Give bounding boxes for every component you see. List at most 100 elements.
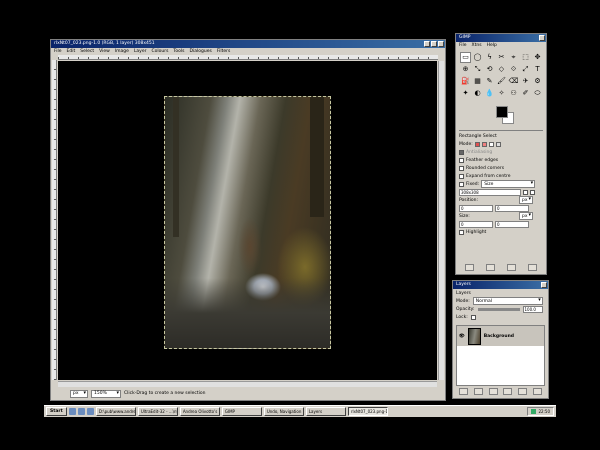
smudge-tool-icon[interactable]: ✧	[496, 88, 507, 99]
rounded-checkbox[interactable]	[459, 165, 464, 171]
mode-subtract-button[interactable]	[488, 141, 494, 147]
task-undo-navigation[interactable]: Undo, Navigation	[263, 407, 304, 416]
zoom-select[interactable]: 150%	[91, 389, 121, 398]
size-height-input[interactable]: 0	[495, 220, 529, 228]
pencil-tool-icon[interactable]: ✎	[484, 76, 495, 87]
toolbox-titlebar[interactable]: GIMP	[456, 34, 546, 42]
fixed-checkbox[interactable]	[459, 181, 464, 187]
color-picker-tool-icon[interactable]: ⬭	[532, 88, 543, 99]
ink-tool-icon[interactable]: ⚙	[532, 76, 543, 87]
eraser-tool-icon[interactable]: ⌫	[508, 76, 519, 87]
flip-tool-icon[interactable]: ⤢	[520, 64, 531, 75]
blur-tool-icon[interactable]: 💧	[484, 88, 495, 99]
rotate-tool-icon[interactable]: ⟲	[484, 64, 495, 75]
text-tool-icon[interactable]: T	[532, 64, 543, 75]
menu-layer[interactable]: Layer	[134, 48, 147, 55]
menu-tools[interactable]: Tools	[173, 48, 184, 55]
start-button[interactable]: Start	[46, 407, 67, 416]
expand-checkbox[interactable]	[459, 173, 464, 179]
layer-mode-select[interactable]: Normal	[472, 297, 543, 305]
task-ultraedit[interactable]: UltraEdit-32 - ...\nych	[137, 407, 178, 416]
image-window-titlebar[interactable]: rlxNt07_023.png-1.0 (RGB, 1 layer) 308x4…	[51, 40, 445, 48]
highlight-row[interactable]: Highlight	[459, 228, 543, 236]
size-ratio-input[interactable]: 308x308	[459, 188, 521, 196]
feather-checkbox[interactable]	[459, 157, 464, 163]
menu-dialogues[interactable]: Dialogues	[190, 48, 212, 55]
perspective-tool-icon[interactable]: ⟐	[508, 64, 519, 75]
zoom-tool-icon[interactable]: ⊕	[460, 64, 471, 75]
layers-tab[interactable]: Layers	[453, 289, 548, 297]
dodge-burn-tool-icon[interactable]: ◐	[472, 88, 483, 99]
size-width-input[interactable]: 0	[459, 220, 493, 228]
clone-tool-icon[interactable]: ✦	[460, 88, 471, 99]
layers-window[interactable]: Layers Layers Mode: Normal Opacity: 100.…	[452, 280, 549, 399]
delete-layer-icon[interactable]	[533, 388, 543, 395]
new-layer-icon[interactable]	[458, 388, 468, 395]
minimize-button[interactable]	[424, 41, 430, 47]
scissors-tool-icon[interactable]: ✂	[496, 52, 507, 63]
close-button[interactable]	[541, 282, 547, 288]
layers-titlebar[interactable]: Layers	[453, 281, 548, 289]
foreground-color-swatch[interactable]	[496, 106, 508, 118]
antialiasing-row[interactable]: Antialiasing	[459, 148, 543, 156]
position-x-input[interactable]: 0	[459, 204, 493, 212]
quicklaunch-icon[interactable]	[77, 408, 85, 415]
eye-icon[interactable]: 👁	[459, 334, 465, 339]
anchor-layer-icon[interactable]	[518, 388, 528, 395]
image-canvas[interactable]	[58, 61, 437, 380]
duplicate-layer-icon[interactable]	[503, 388, 513, 395]
task-layers[interactable]: Layers	[305, 407, 346, 416]
foreground-select-tool-icon[interactable]: ⬚	[520, 52, 531, 63]
menu-xtns[interactable]: Xtns	[472, 42, 482, 49]
lower-layer-icon[interactable]	[488, 388, 498, 395]
expand-row[interactable]: Expand from centre	[459, 172, 543, 180]
menu-file[interactable]: File	[54, 48, 62, 55]
rounded-row[interactable]: Rounded corners	[459, 164, 543, 172]
ellipse-select-tool-icon[interactable]: ◯	[472, 52, 483, 63]
image-window[interactable]: rlxNt07_023.png-1.0 (RGB, 1 layer) 308x4…	[50, 39, 446, 401]
measure-tool-icon[interactable]: ⚇	[508, 88, 519, 99]
scale-tool-icon[interactable]: ⤡	[472, 64, 483, 75]
quicklaunch-icon[interactable]	[68, 408, 76, 415]
horizontal-scrollbar[interactable]	[58, 381, 437, 387]
opacity-slider[interactable]	[477, 307, 520, 311]
delete-options-icon[interactable]	[507, 264, 516, 271]
highlight-checkbox[interactable]	[459, 229, 464, 235]
mode-replace-button[interactable]	[474, 141, 480, 147]
vertical-scrollbar[interactable]	[438, 61, 444, 380]
quicklaunch-icon[interactable]	[86, 408, 94, 415]
unit-select[interactable]: px	[70, 389, 88, 398]
task-browser[interactable]: Andrea Olivotto's H...	[179, 407, 220, 416]
task-image[interactable]: rlxNt07_023.png-1.0	[347, 407, 388, 416]
position-y-input[interactable]: 0	[495, 204, 529, 212]
fuzzy-select-tool-icon[interactable]: ⌖	[508, 52, 519, 63]
vertical-ruler[interactable]	[52, 60, 57, 380]
rect-select-tool-icon[interactable]: ▭	[460, 52, 471, 63]
move-tool-icon[interactable]: ✥	[532, 52, 543, 63]
maximize-button[interactable]	[431, 41, 437, 47]
paintbrush-tool-icon[interactable]: 🖌	[496, 76, 507, 87]
close-button[interactable]	[438, 41, 444, 47]
menu-view[interactable]: View	[99, 48, 110, 55]
menu-select[interactable]: Select	[80, 48, 94, 55]
task-explorer[interactable]: D:\pub\www.andre...	[95, 407, 136, 416]
bucket-fill-tool-icon[interactable]: ⛽	[460, 76, 471, 87]
antialiasing-checkbox[interactable]	[459, 149, 464, 155]
feather-row[interactable]: Feather edges	[459, 156, 543, 164]
restore-options-icon[interactable]	[486, 264, 495, 271]
layer-list[interactable]: 👁 Background	[456, 325, 545, 386]
lock-alpha-checkbox[interactable]	[470, 314, 476, 320]
opacity-input[interactable]: 100.0	[522, 305, 543, 313]
menu-file[interactable]: File	[459, 42, 467, 49]
tray-icon[interactable]	[531, 409, 537, 414]
task-gimp[interactable]: GIMP	[221, 407, 262, 416]
close-button[interactable]	[539, 35, 545, 41]
size-unit-select[interactable]: px	[519, 212, 533, 220]
mode-add-button[interactable]	[481, 141, 487, 147]
shear-tool-icon[interactable]: ◇	[496, 64, 507, 75]
layer-row[interactable]: 👁 Background	[457, 326, 544, 346]
fixed-select[interactable]: Size	[481, 180, 536, 188]
position-unit-select[interactable]: px	[519, 196, 533, 204]
landscape-toggle[interactable]	[523, 189, 528, 195]
save-options-icon[interactable]	[465, 264, 474, 271]
